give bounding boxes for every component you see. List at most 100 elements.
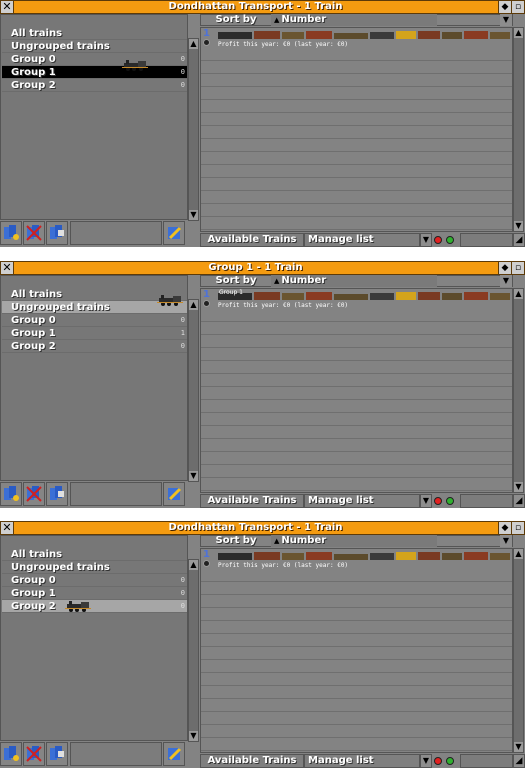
scroll-up-icon[interactable]: ▲ <box>514 28 523 38</box>
create-group-button[interactable] <box>0 482 22 506</box>
close-icon[interactable]: ✕ <box>1 1 14 13</box>
vehicle-list: 1 Profit this year: €0 (last year: €0) <box>200 548 513 753</box>
sort-criterion-dropdown[interactable]: ▲ Number <box>271 14 437 26</box>
delete-group-button[interactable] <box>23 482 45 506</box>
scroll-up-icon[interactable]: ▲ <box>514 289 523 299</box>
group-item-2[interactable]: Group 20 <box>2 340 187 353</box>
start-all-icon[interactable] <box>446 236 454 244</box>
titlebar[interactable]: ✕ Dondhattan Transport - 1 Train ◆ ▫ <box>0 521 525 535</box>
group-ungrouped[interactable]: Ungrouped trains <box>2 561 187 574</box>
group-item-0[interactable]: Group 00 <box>2 53 187 66</box>
scroll-up-icon[interactable]: ▲ <box>189 300 198 310</box>
delete-group-button[interactable] <box>23 742 45 766</box>
train-consist-icon[interactable] <box>218 291 510 301</box>
vehicle-number[interactable]: 1 <box>203 29 210 39</box>
train-consist-icon[interactable] <box>218 30 510 40</box>
titlebar[interactable]: ✕ Group 1 - 1 Train ◆ ▫ <box>0 261 525 275</box>
replace-protection-button[interactable] <box>163 221 185 245</box>
titlebar[interactable]: ✕ Dondhattan Transport - 1 Train ◆ ▫ <box>0 0 525 14</box>
manage-list-dropdown[interactable]: Manage list <box>304 754 420 768</box>
group-item-0[interactable]: Group 00 <box>2 574 187 587</box>
scroll-down-icon[interactable]: ▼ <box>189 210 198 220</box>
group-ungrouped[interactable]: Ungrouped trains <box>2 40 187 53</box>
scroll-up-icon[interactable]: ▲ <box>514 549 523 559</box>
group-list-scrollbar[interactable]: ▲ ▼ <box>188 559 199 742</box>
vehicle-number[interactable]: 1 <box>203 290 210 300</box>
vehicle-list-rows <box>201 309 512 492</box>
sort-by-button[interactable]: Sort by <box>201 535 271 547</box>
sort-criterion-dropdown[interactable]: ▲ Number <box>271 535 437 547</box>
sort-order-icon: ▲ <box>274 277 280 285</box>
resize-handle-icon[interactable]: ◢ <box>513 494 525 508</box>
resize-handle-icon[interactable]: ◢ <box>513 233 525 247</box>
available-trains-button[interactable]: Available Trains <box>200 754 304 768</box>
stop-all-icon[interactable] <box>434 757 442 765</box>
start-all-icon[interactable] <box>446 757 454 765</box>
sticky-icon[interactable]: ▫ <box>511 262 524 274</box>
resize-handle-icon[interactable]: ◢ <box>513 754 525 768</box>
create-group-button[interactable] <box>0 221 22 245</box>
chevron-down-icon[interactable]: ▼ <box>420 233 432 247</box>
rename-group-button[interactable] <box>46 742 68 766</box>
vehicle-status-icon <box>203 39 210 46</box>
replace-protection-icon <box>168 487 182 501</box>
chevron-down-icon[interactable]: ▼ <box>500 14 512 26</box>
scroll-down-icon[interactable]: ▼ <box>514 742 523 752</box>
replace-protection-button[interactable] <box>163 742 185 766</box>
create-group-icon <box>4 486 19 501</box>
chevron-down-icon[interactable]: ▼ <box>500 535 512 547</box>
chevron-down-icon[interactable]: ▼ <box>500 275 512 287</box>
sticky-icon[interactable]: ▫ <box>511 522 524 534</box>
train-consist-icon[interactable] <box>218 551 510 561</box>
vehicle-list: 1 Profit this year: €0 (last year: €0) <box>200 27 513 232</box>
vehicle-number[interactable]: 1 <box>203 550 210 560</box>
sort-by-button[interactable]: Sort by <box>201 14 271 26</box>
group-item-1[interactable]: Group 11 <box>2 327 187 340</box>
start-all-icon[interactable] <box>446 497 454 505</box>
vehicle-list-scrollbar[interactable]: ▲ ▼ <box>513 27 524 232</box>
group-count: 0 <box>180 316 185 324</box>
group-all-trains[interactable]: All trains <box>2 548 187 561</box>
group-item-1[interactable]: Group 10 <box>2 587 187 600</box>
vehicle-list-scrollbar[interactable]: ▲ ▼ <box>513 288 524 493</box>
group-list-scrollbar[interactable]: ▲ ▼ <box>188 299 199 482</box>
close-icon[interactable]: ✕ <box>1 262 14 274</box>
group-item-2[interactable]: Group 20 <box>2 600 187 613</box>
manage-list-dropdown[interactable]: Manage list <box>304 233 420 247</box>
scroll-up-icon[interactable]: ▲ <box>189 39 198 49</box>
scroll-down-icon[interactable]: ▼ <box>189 731 198 741</box>
group-all-trains[interactable]: All trains <box>2 27 187 40</box>
chevron-down-icon[interactable]: ▼ <box>420 494 432 508</box>
stop-all-icon[interactable] <box>434 236 442 244</box>
sticky-icon[interactable]: ▫ <box>511 1 524 13</box>
sort-by-button[interactable]: Sort by <box>201 275 271 287</box>
group-item-0[interactable]: Group 00 <box>2 314 187 327</box>
vehicle-list-scrollbar[interactable]: ▲ ▼ <box>513 548 524 753</box>
manage-list-dropdown[interactable]: Manage list <box>304 494 420 508</box>
pin-icon[interactable]: ◆ <box>498 1 511 13</box>
left-button-filler <box>70 742 162 766</box>
chevron-down-icon[interactable]: ▼ <box>420 754 432 768</box>
available-trains-button[interactable]: Available Trains <box>200 494 304 508</box>
rename-group-button[interactable] <box>46 221 68 245</box>
sort-bar: Sort by ▲ Number ▼ <box>200 14 513 26</box>
vehicle-profit: Profit this year: €0 (last year: €0) <box>218 562 349 569</box>
close-icon[interactable]: ✕ <box>1 522 14 534</box>
group-item-1[interactable]: Group 10 <box>2 66 187 79</box>
pin-icon[interactable]: ◆ <box>498 522 511 534</box>
scroll-down-icon[interactable]: ▼ <box>189 471 198 481</box>
scroll-down-icon[interactable]: ▼ <box>514 221 523 231</box>
available-trains-button[interactable]: Available Trains <box>200 233 304 247</box>
delete-group-button[interactable] <box>23 221 45 245</box>
group-list-scrollbar[interactable]: ▲ ▼ <box>188 38 199 221</box>
sort-criterion-dropdown[interactable]: ▲ Number <box>271 275 437 287</box>
create-group-button[interactable] <box>0 742 22 766</box>
rename-group-button[interactable] <box>46 482 68 506</box>
vehicle-profit: Profit this year: €0 (last year: €0) <box>218 302 349 309</box>
stop-all-icon[interactable] <box>434 497 442 505</box>
pin-icon[interactable]: ◆ <box>498 262 511 274</box>
replace-protection-button[interactable] <box>163 482 185 506</box>
group-item-2[interactable]: Group 20 <box>2 79 187 92</box>
scroll-down-icon[interactable]: ▼ <box>514 482 523 492</box>
scroll-up-icon[interactable]: ▲ <box>189 560 198 570</box>
